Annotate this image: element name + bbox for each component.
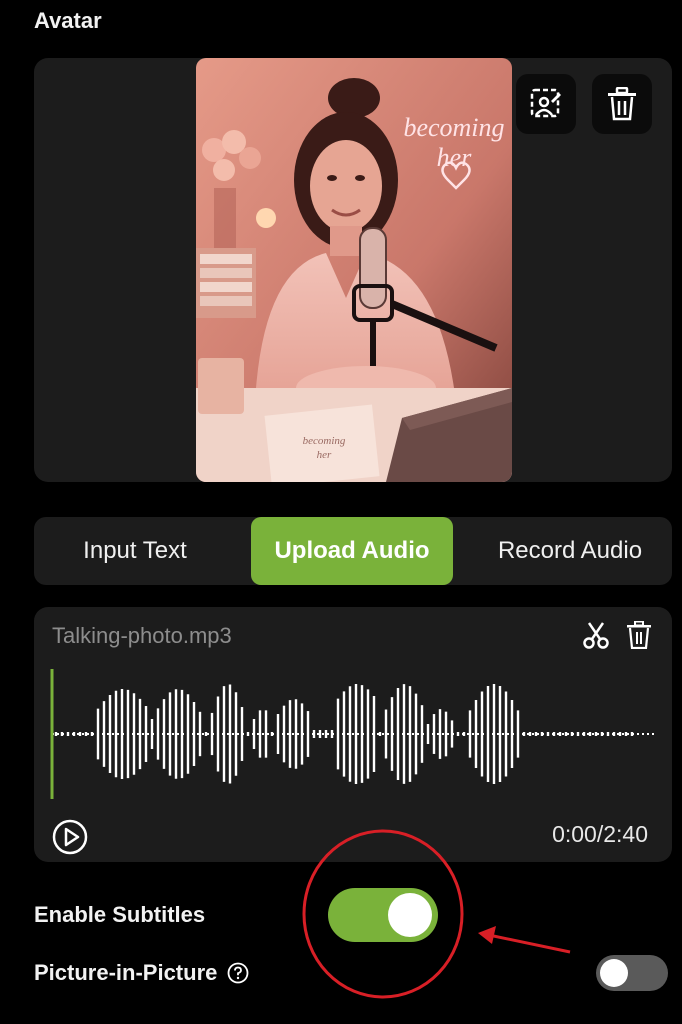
replace-photo-icon bbox=[530, 88, 561, 118]
audio-filename: Talking-photo.mp3 bbox=[52, 623, 232, 648]
enable-subtitles-label: Enable Subtitles bbox=[34, 902, 206, 927]
help-circle-icon[interactable] bbox=[227, 962, 249, 984]
svg-text:becoming: becoming bbox=[303, 435, 346, 447]
section-title: Avatar bbox=[34, 8, 102, 33]
trash-icon bbox=[608, 87, 636, 121]
tab-upload-audio[interactable]: Upload Audio bbox=[251, 517, 453, 585]
audio-waveform[interactable] bbox=[34, 667, 672, 802]
picture-in-picture-label: Picture-in-Picture bbox=[34, 960, 218, 985]
audio-source-tabs: Input Text Upload Audio Record Audio bbox=[34, 517, 672, 585]
avatar-panel: becoming her becoming her bbox=[34, 58, 672, 482]
play-button[interactable] bbox=[52, 819, 88, 855]
toggle-knob bbox=[600, 959, 628, 987]
highlight-arrow bbox=[483, 932, 571, 954]
enable-subtitles-toggle[interactable] bbox=[328, 888, 438, 942]
tab-record-audio[interactable]: Record Audio bbox=[468, 517, 672, 585]
delete-photo-button[interactable] bbox=[592, 74, 652, 134]
tab-input-text[interactable]: Input Text bbox=[34, 517, 236, 585]
avatar-photo: becoming her becoming her bbox=[196, 58, 512, 482]
neon-text-1: becoming bbox=[403, 113, 504, 142]
audio-delete-icon[interactable] bbox=[626, 621, 652, 649]
picture-in-picture-toggle[interactable] bbox=[596, 955, 668, 991]
audio-time: 0:00/2:40 bbox=[552, 821, 648, 847]
picture-in-picture-row: Picture-in-Picture bbox=[34, 960, 249, 986]
audio-panel: Talking-photo.mp3 0:00/2:40 bbox=[34, 607, 672, 862]
scissors-icon[interactable] bbox=[583, 621, 609, 649]
svg-text:her: her bbox=[317, 449, 332, 461]
toggle-knob bbox=[388, 893, 432, 937]
replace-photo-button[interactable] bbox=[516, 74, 576, 134]
play-icon bbox=[52, 819, 88, 855]
